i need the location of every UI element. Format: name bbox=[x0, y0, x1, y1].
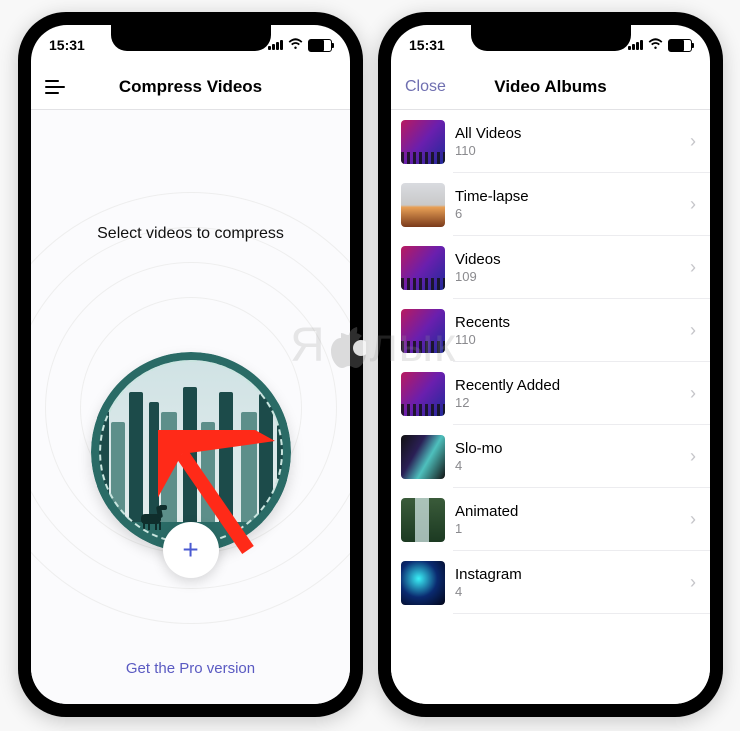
chevron-right-icon: › bbox=[690, 572, 696, 593]
chevron-right-icon: › bbox=[690, 131, 696, 152]
album-title: Time-lapse bbox=[455, 188, 690, 205]
chevron-right-icon: › bbox=[690, 194, 696, 215]
album-title: Slo-mo bbox=[455, 440, 690, 457]
status-icons bbox=[268, 37, 332, 53]
wifi-icon bbox=[288, 37, 303, 53]
album-count: 110 bbox=[455, 143, 690, 158]
album-count: 4 bbox=[455, 584, 690, 599]
album-thumbnail bbox=[401, 246, 445, 290]
battery-icon bbox=[668, 39, 692, 52]
album-row[interactable]: Time-lapse6› bbox=[391, 173, 710, 236]
album-row[interactable]: All Videos110› bbox=[391, 110, 710, 173]
chevron-right-icon: › bbox=[690, 383, 696, 404]
album-text: Recently Added12 bbox=[455, 377, 690, 410]
notch bbox=[111, 25, 271, 51]
wifi-icon bbox=[648, 37, 663, 53]
album-row[interactable]: Instagram4› bbox=[391, 551, 710, 614]
main-content: Select videos to compress bbox=[31, 110, 350, 704]
album-count: 1 bbox=[455, 521, 690, 536]
close-button[interactable]: Close bbox=[405, 65, 446, 109]
album-thumbnail bbox=[401, 372, 445, 416]
cellular-signal-icon bbox=[268, 40, 283, 50]
hamburger-icon bbox=[45, 80, 65, 94]
album-title: Recently Added bbox=[455, 377, 690, 394]
album-text: Time-lapse6 bbox=[455, 188, 690, 221]
left-screen: 15:31 Compress Videos Select vid bbox=[31, 25, 350, 704]
album-count: 109 bbox=[455, 269, 690, 284]
menu-button[interactable] bbox=[45, 65, 65, 109]
album-thumbnail bbox=[401, 183, 445, 227]
album-row[interactable]: Recents110› bbox=[391, 299, 710, 362]
album-list[interactable]: All Videos110›Time-lapse6›Videos109›Rece… bbox=[391, 110, 710, 704]
album-thumbnail bbox=[401, 435, 445, 479]
get-pro-link[interactable]: Get the Pro version bbox=[31, 660, 350, 677]
right-screen: 15:31 Close Video Albums All Videos110›T… bbox=[391, 25, 710, 704]
cellular-signal-icon bbox=[628, 40, 643, 50]
album-text: Instagram4 bbox=[455, 566, 690, 599]
album-thumbnail bbox=[401, 498, 445, 542]
chevron-right-icon: › bbox=[690, 257, 696, 278]
album-title: All Videos bbox=[455, 125, 690, 142]
right-phone-frame: 15:31 Close Video Albums All Videos110›T… bbox=[378, 12, 723, 717]
album-count: 110 bbox=[455, 332, 690, 347]
page-title: Compress Videos bbox=[119, 77, 262, 97]
chevron-right-icon: › bbox=[690, 446, 696, 467]
album-row[interactable]: Animated1› bbox=[391, 488, 710, 551]
left-phone-frame: 15:31 Compress Videos Select vid bbox=[18, 12, 363, 717]
nav-bar: Compress Videos bbox=[31, 65, 350, 110]
album-row[interactable]: Recently Added12› bbox=[391, 362, 710, 425]
add-videos-button[interactable]: + bbox=[163, 522, 219, 578]
album-text: All Videos110 bbox=[455, 125, 690, 158]
chevron-right-icon: › bbox=[690, 509, 696, 530]
page-title: Video Albums bbox=[494, 77, 606, 97]
album-count: 6 bbox=[455, 206, 690, 221]
status-icons bbox=[628, 37, 692, 53]
status-time: 15:31 bbox=[409, 37, 445, 53]
chevron-right-icon: › bbox=[690, 320, 696, 341]
album-count: 12 bbox=[455, 395, 690, 410]
album-title: Instagram bbox=[455, 566, 690, 583]
album-thumbnail bbox=[401, 120, 445, 164]
plus-icon: + bbox=[182, 536, 198, 564]
album-title: Recents bbox=[455, 314, 690, 331]
album-thumbnail bbox=[401, 561, 445, 605]
prompt-text: Select videos to compress bbox=[31, 225, 350, 243]
album-text: Slo-mo4 bbox=[455, 440, 690, 473]
album-count: 4 bbox=[455, 458, 690, 473]
album-text: Animated1 bbox=[455, 503, 690, 536]
album-title: Animated bbox=[455, 503, 690, 520]
nav-bar: Close Video Albums bbox=[391, 65, 710, 110]
battery-icon bbox=[308, 39, 332, 52]
album-row[interactable]: Slo-mo4› bbox=[391, 425, 710, 488]
album-text: Recents110 bbox=[455, 314, 690, 347]
album-title: Videos bbox=[455, 251, 690, 268]
album-text: Videos109 bbox=[455, 251, 690, 284]
notch bbox=[471, 25, 631, 51]
album-thumbnail bbox=[401, 309, 445, 353]
status-time: 15:31 bbox=[49, 37, 85, 53]
album-row[interactable]: Videos109› bbox=[391, 236, 710, 299]
